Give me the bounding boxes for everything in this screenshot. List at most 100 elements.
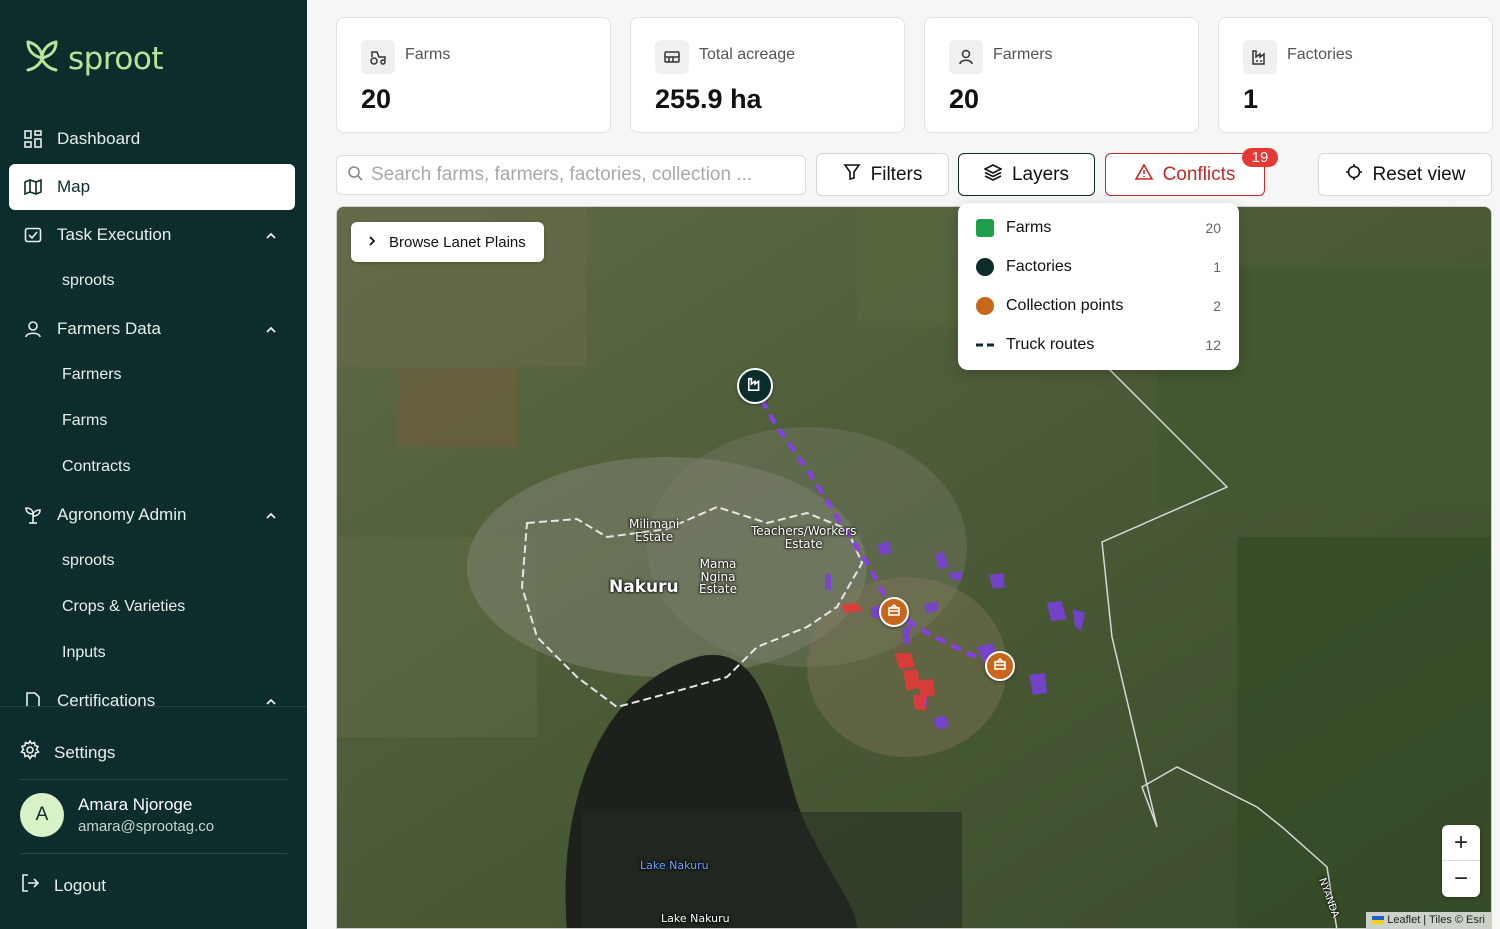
profile-divider <box>20 853 287 854</box>
sidebar-subitem-sproots[interactable]: sproots <box>9 258 295 304</box>
sidebar-item-label: Map <box>57 177 91 196</box>
chevron-up-icon[interactable] <box>265 507 277 527</box>
gear-icon <box>20 739 40 765</box>
user-profile[interactable]: A Amara Njoroge amara@sprootag.co <box>20 793 214 837</box>
sidebar-subitem-crops-varieties[interactable]: Crops & Varieties <box>9 584 295 630</box>
stat-label: Farmers <box>993 46 1053 63</box>
map-label-teachers-estate: Teachers/Workers Estate <box>751 524 857 551</box>
filters-button[interactable]: Filters <box>816 153 949 196</box>
stat-card-factories: Factories 1 <box>1218 17 1493 133</box>
profile-divider <box>20 779 287 780</box>
reset-view-button[interactable]: Reset view <box>1318 153 1492 196</box>
sidebar-item-dashboard[interactable]: Dashboard <box>9 116 295 162</box>
stat-label: Total acreage <box>699 46 796 63</box>
sidebar-item-farmers-data[interactable]: Farmers Data <box>9 306 295 352</box>
stat-card-farmers: Farmers 20 <box>924 17 1199 133</box>
search-box[interactable] <box>336 155 806 195</box>
layer-toggle-truck-routes[interactable]: Truck routes 12 <box>976 333 1221 357</box>
user-name: Amara Njoroge <box>78 795 193 814</box>
ukraine-flag-icon <box>1372 916 1385 924</box>
map-attribution[interactable]: Leaflet | Tiles © Esri <box>1366 912 1491 928</box>
stat-label: Factories <box>1287 46 1353 63</box>
map-icon <box>23 177 43 197</box>
zoom-control: + − <box>1442 825 1480 897</box>
user-icon <box>23 319 43 339</box>
layer-toggle-collection-points[interactable]: Collection points 2 <box>976 294 1221 318</box>
map-label-lake-nakuru: Lake Nakuru <box>640 859 709 872</box>
chevron-right-icon <box>367 234 377 251</box>
logout-label: Logout <box>54 875 106 895</box>
sidebar-subitem-contracts[interactable]: Contracts <box>9 444 295 490</box>
layer-count: 2 <box>1213 298 1221 314</box>
layer-count: 20 <box>1205 220 1221 236</box>
layers-label: Layers <box>1011 163 1070 185</box>
factories-swatch-icon <box>976 258 994 276</box>
layer-count: 1 <box>1213 259 1221 275</box>
basket-icon <box>993 657 1007 676</box>
logout-button[interactable]: Logout <box>20 873 106 898</box>
sidebar-item-task-execution[interactable]: Task Execution <box>9 212 295 258</box>
collection-point-marker[interactable] <box>879 597 909 627</box>
logout-icon <box>20 873 40 898</box>
chevron-up-icon[interactable] <box>265 227 277 247</box>
stat-card-total-acreage: Total acreage 255.9 ha <box>630 17 905 133</box>
layer-toggle-farms[interactable]: Farms 20 <box>976 216 1221 240</box>
map-label-mama-ngina: Mama Ngina Estate <box>699 557 737 597</box>
truck-routes-swatch-icon <box>976 336 994 354</box>
chevron-up-icon[interactable] <box>265 693 277 706</box>
nav-scroll-area[interactable]: Dashboard Map Task Execution sproots Far… <box>0 116 307 706</box>
filter-icon <box>843 163 861 187</box>
zoom-in-button[interactable]: + <box>1442 825 1480 861</box>
tractor-icon <box>361 40 395 74</box>
sidebar-subitem-farms[interactable]: Farms <box>9 398 295 444</box>
sidebar: sproot Dashboard Map Task Execution spro… <box>0 0 307 929</box>
user-email: amara@sprootag.co <box>78 818 215 835</box>
sidebar-subitem-farmers[interactable]: Farmers <box>9 352 295 398</box>
layer-label: Truck routes <box>1006 336 1095 353</box>
chevron-up-icon[interactable] <box>265 321 277 341</box>
factory-icon <box>1243 40 1277 74</box>
stat-value: 20 <box>361 84 392 114</box>
attribution-text: Leaflet | Tiles © Esri <box>1387 914 1485 926</box>
layer-label: Factories <box>1006 258 1072 275</box>
factory-marker[interactable] <box>737 368 773 404</box>
conflicts-count-badge: 19 <box>1242 148 1278 167</box>
avatar: A <box>20 793 64 837</box>
layer-count: 12 <box>1205 337 1221 353</box>
dashboard-icon <box>23 129 43 149</box>
settings-link[interactable]: Settings <box>20 739 116 765</box>
map-view[interactable]: Milimani Estate Nakuru Teachers/Workers … <box>336 206 1492 929</box>
map-label-milimani: Milimani Estate <box>629 517 680 544</box>
sidebar-item-label: Farmers Data <box>57 319 161 338</box>
layer-toggle-factories[interactable]: Factories 1 <box>976 255 1221 279</box>
zoom-out-button[interactable]: − <box>1442 861 1480 897</box>
map-label-lake-nakuru-lower: Lake Nakuru <box>661 912 730 925</box>
sidebar-item-map[interactable]: Map <box>9 164 295 210</box>
browse-region-button[interactable]: Browse Lanet Plains <box>351 222 544 262</box>
search-input[interactable] <box>371 164 791 186</box>
sidebar-item-agronomy-admin[interactable]: Agronomy Admin <box>9 492 295 538</box>
layers-dropdown: Farms 20 Factories 1 Collection points 2… <box>958 203 1239 370</box>
sidebar-subitem-sproots-agronomy[interactable]: sproots <box>9 538 295 584</box>
logo-text: sproot <box>68 40 163 77</box>
logo[interactable]: sproot <box>24 38 163 79</box>
satellite-basemap <box>337 207 1491 928</box>
layers-button[interactable]: Layers <box>958 153 1095 196</box>
layers-icon <box>983 163 1003 187</box>
browse-label: Browse Lanet Plains <box>389 233 526 251</box>
stat-label: Farms <box>405 46 451 63</box>
search-icon <box>347 165 363 186</box>
sidebar-divider <box>0 706 307 707</box>
farms-swatch-icon <box>976 219 994 237</box>
sproot-logo-icon <box>24 38 60 79</box>
user-icon <box>949 40 983 74</box>
sidebar-item-certifications[interactable]: Certifications <box>9 678 295 706</box>
stat-value: 255.9 ha <box>655 84 762 114</box>
document-icon <box>23 691 43 706</box>
settings-label: Settings <box>54 742 116 762</box>
collection-point-marker[interactable] <box>985 651 1015 681</box>
sidebar-subitem-inputs[interactable]: Inputs <box>9 630 295 676</box>
stat-card-farms: Farms 20 <box>336 17 611 133</box>
conflicts-button[interactable]: Conflicts <box>1105 153 1265 196</box>
sidebar-item-label: Certifications <box>57 691 156 706</box>
